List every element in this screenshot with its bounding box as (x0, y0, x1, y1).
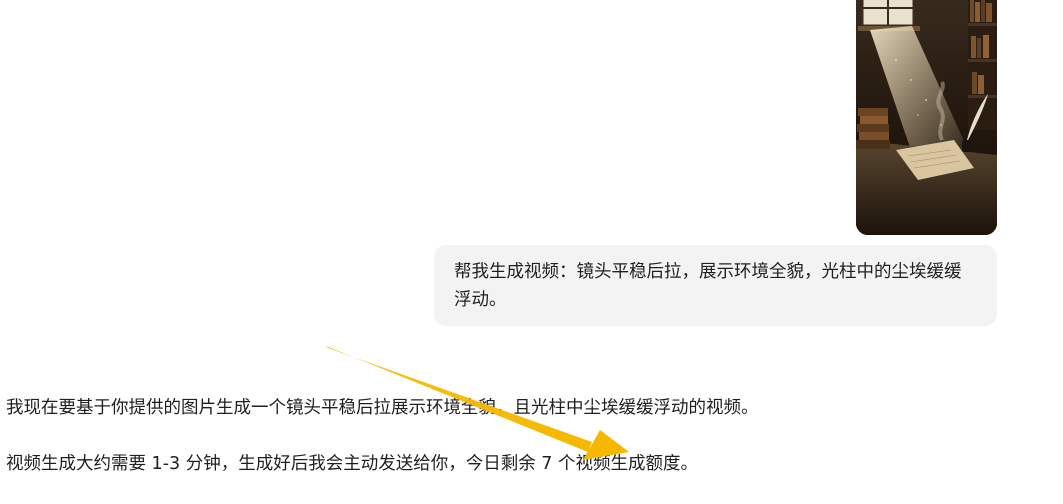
assistant-paragraph: 视频生成大约需要 1-3 分钟，生成好后我会主动发送给你，今日剩余 7 个视频生… (6, 454, 698, 474)
user-message-bubble: 帮我生成视频：镜头平稳后拉，展示环境全貌，光柱中的尘埃缓缓浮动。 (434, 245, 997, 326)
user-message-text: 帮我生成视频：镜头平稳后拉，展示环境全貌，光柱中的尘埃缓缓浮动。 (454, 262, 962, 310)
assistant-paragraph: 我现在要基于你提供的图片生成一个镜头平稳后拉展示环境全貌，且光柱中尘埃缓缓浮动的… (6, 398, 759, 418)
uploaded-image-thumbnail[interactable] (856, 0, 997, 235)
assistant-message: 我现在要基于你提供的图片生成一个镜头平稳后拉展示环境全貌，且光柱中尘埃缓缓浮动的… (6, 394, 1006, 504)
library-scene-image (856, 0, 997, 235)
chat-page: 帮我生成视频：镜头平稳后拉，展示环境全貌，光柱中的尘埃缓缓浮动。 我现在要基于你… (0, 0, 1063, 504)
